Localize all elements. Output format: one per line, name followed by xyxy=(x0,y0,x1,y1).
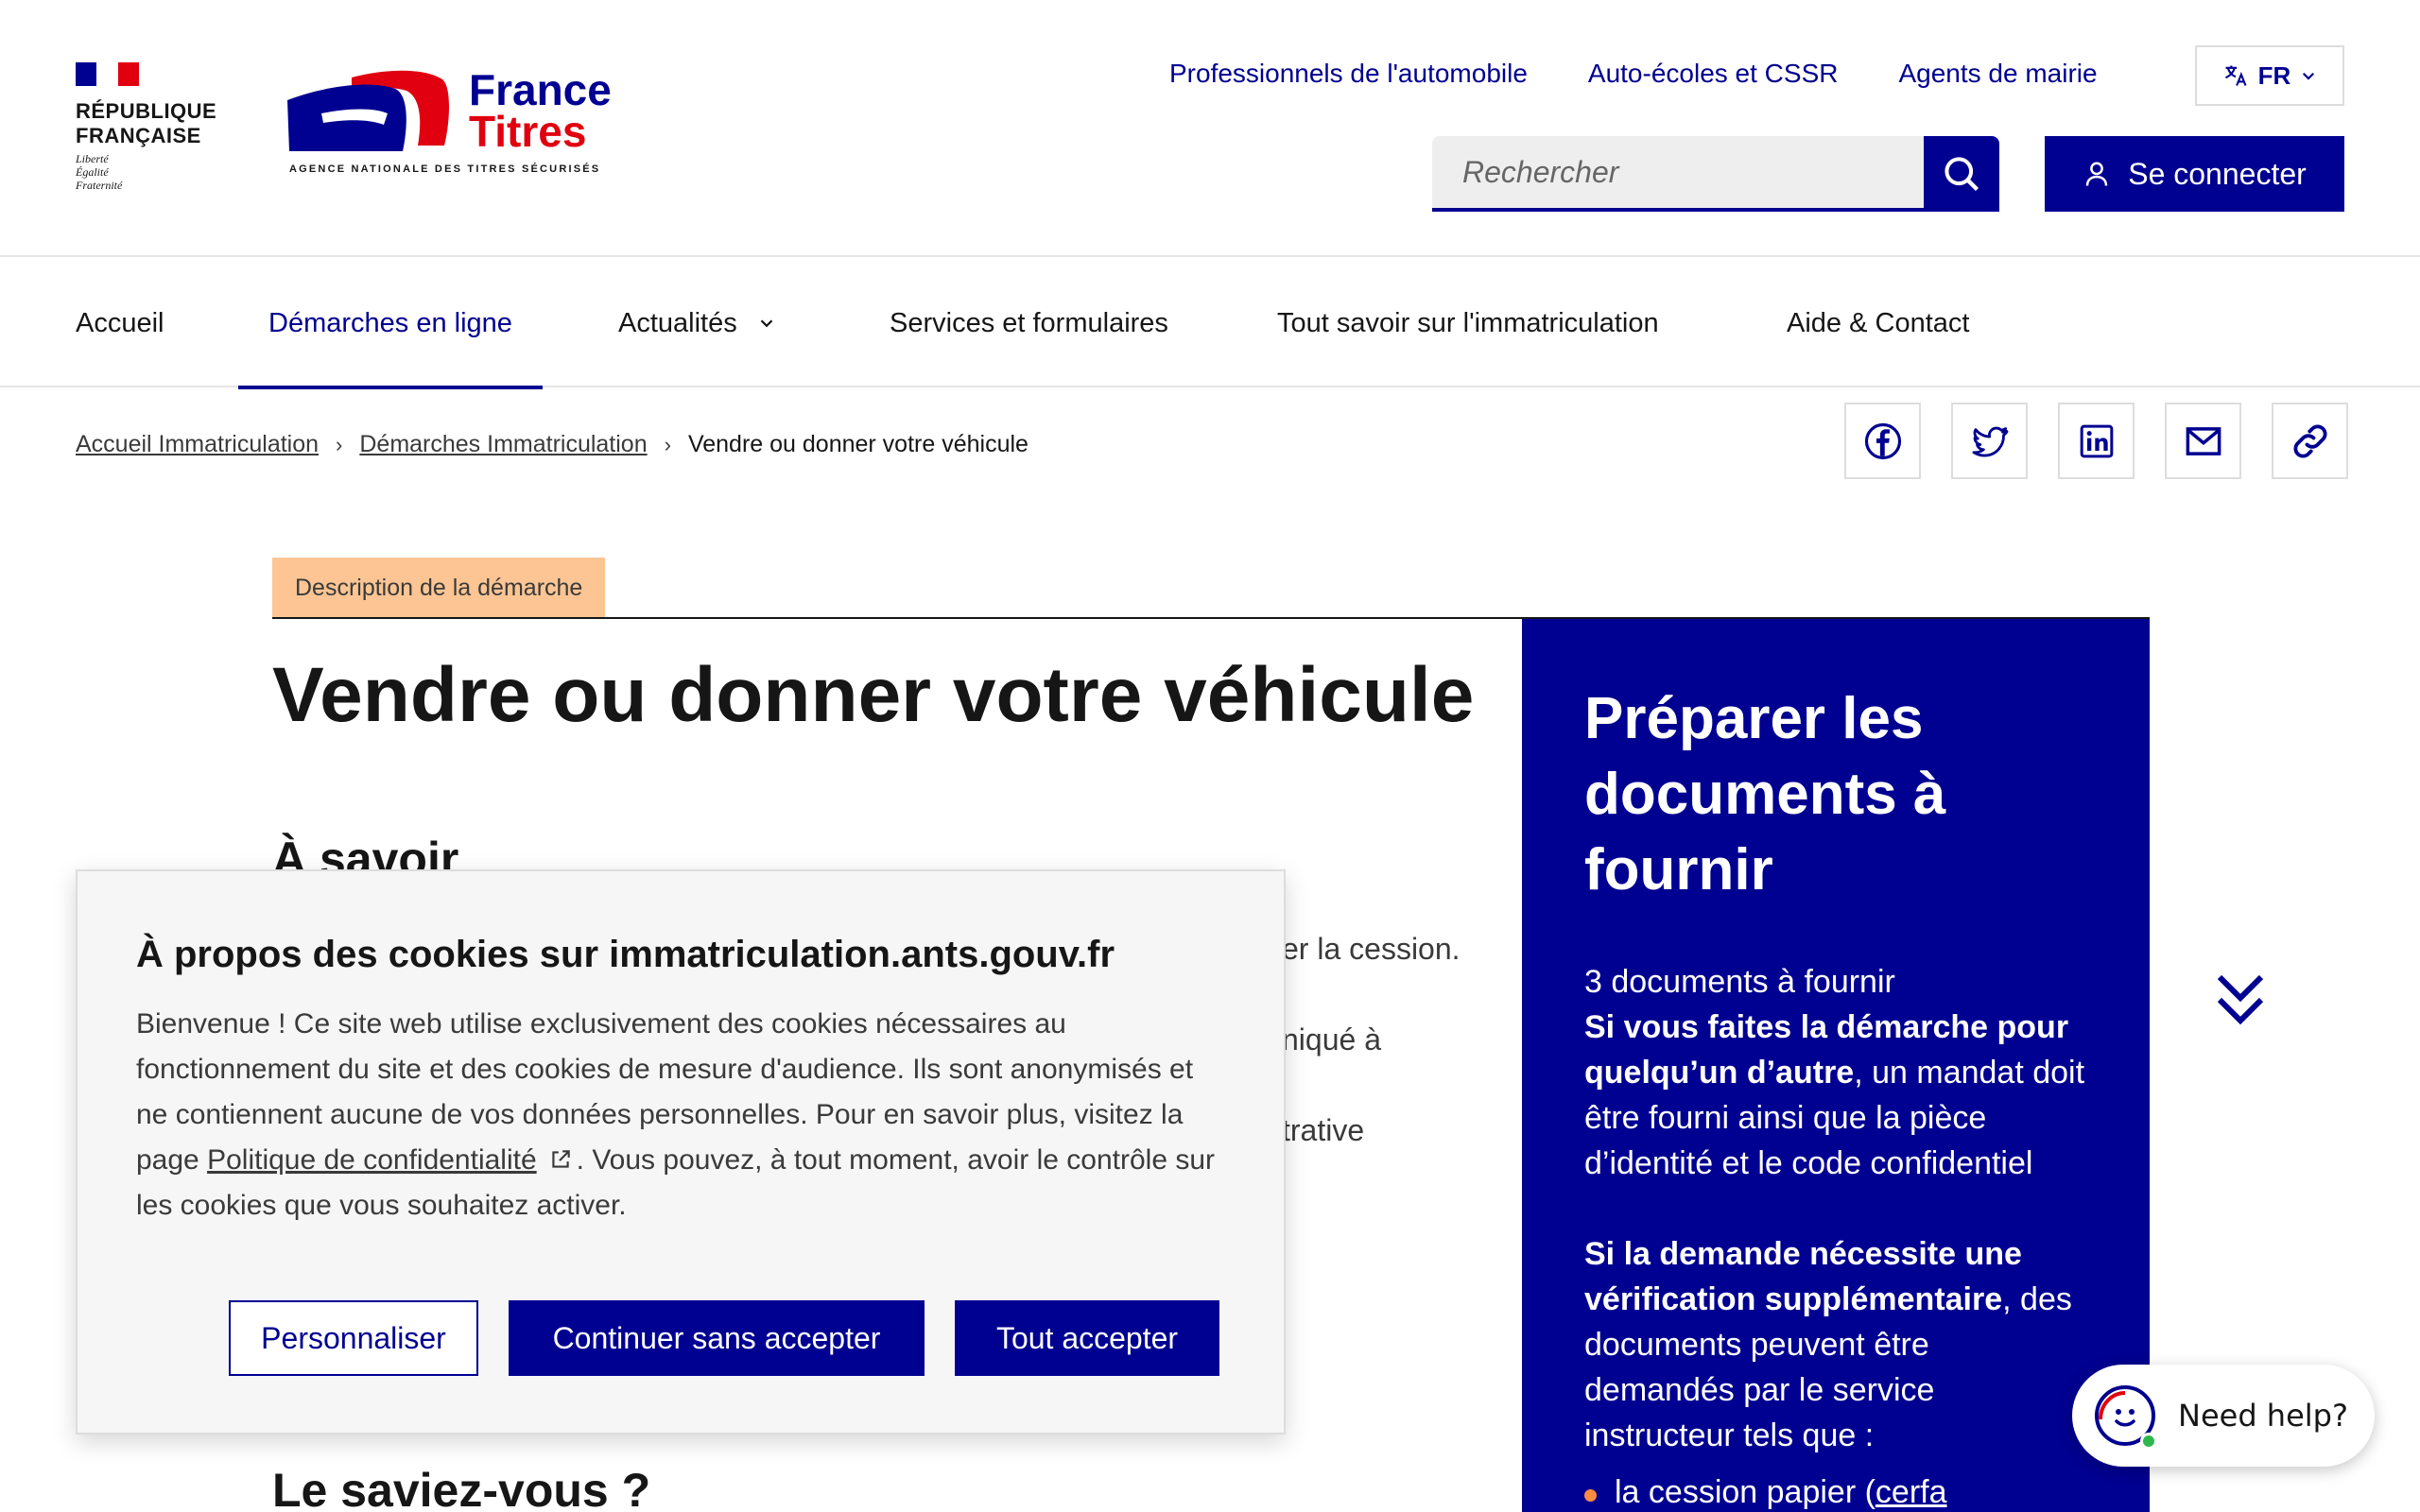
reject-cookies-button[interactable]: Continuer sans accepter xyxy=(509,1300,925,1376)
search-input[interactable] xyxy=(1432,136,1924,212)
chevron-right-icon: › xyxy=(664,432,671,456)
page-title: Vendre ou donner votre véhicule xyxy=(272,652,1475,738)
sidebar-paragraph-2: Si la demande nécessite une vérification… xyxy=(1584,1236,2072,1453)
main-navigation: Accueil Démarches en ligne Actualités Se… xyxy=(0,259,2420,389)
brand-titres: Titres xyxy=(469,107,587,156)
chevron-right-icon: › xyxy=(336,432,343,456)
privacy-policy-link[interactable]: Politique de confidentialité xyxy=(207,1144,577,1176)
login-button[interactable]: Se connecter xyxy=(2045,136,2344,212)
site-header: RÉPUBLIQUE FRANÇAISE Liberté Égalité Fra… xyxy=(0,0,2420,257)
documents-list: la cession papier (cerfa xyxy=(1584,1469,2087,1512)
nav-actualites-label: Actualités xyxy=(618,307,737,338)
list-item: la cession papier (cerfa xyxy=(1584,1469,2087,1512)
link-auto-ecoles[interactable]: Auto-écoles et CSSR xyxy=(1588,57,1839,91)
link-agents-mairie[interactable]: Agents de mairie xyxy=(1898,57,2097,91)
share-linkedin-button[interactable] xyxy=(2058,403,2135,479)
breadcrumb-accueil[interactable]: Accueil Immatriculation xyxy=(76,431,319,458)
nav-demarches-en-ligne[interactable]: Démarches en ligne xyxy=(238,259,543,389)
republic-name: RÉPUBLIQUE FRANÇAISE xyxy=(76,99,217,147)
help-chat-widget[interactable]: Need help? xyxy=(2072,1365,2375,1467)
language-code: FR xyxy=(2257,60,2291,90)
nav-actualites[interactable]: Actualités xyxy=(618,259,777,387)
search-bar xyxy=(1432,136,1999,212)
search-icon xyxy=(1945,157,1979,192)
sidebar-bold-2: Si la demande nécessite une vérification… xyxy=(1584,1236,2022,1317)
external-link-icon xyxy=(551,1150,570,1168)
brand-subtitle: AGENCE NATIONALE DES TITRES SÉCURISÉS xyxy=(289,163,601,175)
translate-icon xyxy=(2224,65,2247,86)
login-label: Se connecter xyxy=(2128,156,2307,191)
documents-sidebar: Préparer les documents à fournir 3 docum… xyxy=(1522,619,2150,1512)
link-professionnels[interactable]: Professionnels de l'automobile xyxy=(1169,57,1528,91)
mail-icon xyxy=(2186,426,2221,455)
republic-motto: Liberté Égalité Fraternité xyxy=(76,152,123,192)
cookie-title: À propos des cookies sur immatriculation… xyxy=(136,934,1115,975)
language-selector[interactable]: FR xyxy=(2195,45,2344,106)
share-facebook-button[interactable] xyxy=(1844,403,1921,479)
nav-tout-savoir[interactable]: Tout savoir sur l'immatriculation xyxy=(1277,259,1659,387)
france-titres-emblem-icon xyxy=(287,70,449,151)
section-heading-le-saviez-vous: Le saviez-vous ? xyxy=(272,1464,651,1512)
help-label: Need help? xyxy=(2178,1398,2348,1434)
double-chevron-down-icon xyxy=(2217,974,2264,1025)
chevron-down-icon xyxy=(2303,72,2315,80)
user-icon xyxy=(2085,162,2108,186)
search-button[interactable] xyxy=(1924,136,1999,212)
sidebar-title: Préparer les documents à fournir xyxy=(1584,686,1946,902)
body-text-fragment: trative xyxy=(1282,1113,1365,1147)
link-icon xyxy=(2292,423,2327,458)
france-titres-logo[interactable]: France Titres AGENCE NATIONALE DES TITRE… xyxy=(284,66,614,180)
chatbot-avatar xyxy=(2091,1382,2159,1450)
body-text-fragment: er la cession. xyxy=(1282,932,1461,966)
share-email-button[interactable] xyxy=(2165,403,2241,479)
republique-francaise-logo[interactable]: RÉPUBLIQUE FRANÇAISE Liberté Égalité Fra… xyxy=(76,62,216,192)
body-text-fragment: niqué à xyxy=(1282,1022,1381,1057)
top-links: Professionnels de l'automobile Auto-écol… xyxy=(1169,57,2098,91)
procedure-tag: Description de la démarche xyxy=(272,558,606,618)
twitter-icon xyxy=(1971,426,2008,456)
nav-services-formulaires[interactable]: Services et formulaires xyxy=(890,259,1168,387)
facebook-icon xyxy=(1864,422,1901,459)
cookie-actions: Personnaliser Continuer sans accepter To… xyxy=(229,1300,1219,1376)
nav-aide-contact[interactable]: Aide & Contact xyxy=(1787,259,1969,387)
breadcrumb-demarches[interactable]: Démarches Immatriculation xyxy=(359,431,647,458)
nav-accueil[interactable]: Accueil xyxy=(76,259,164,387)
breadcrumb: Accueil Immatriculation › Démarches Imma… xyxy=(76,431,1028,458)
marianne-flag-icon xyxy=(76,62,139,86)
share-bar xyxy=(1844,403,2348,479)
documents-count: 3 documents à fournir xyxy=(1584,964,1895,1000)
cerfa-link[interactable]: cerfa xyxy=(1876,1474,1947,1510)
share-twitter-button[interactable] xyxy=(1951,403,2028,479)
sidebar-paragraph-1: 3 documents à fournir Si vous faites la … xyxy=(1584,964,2085,1181)
cookie-description: Bienvenue ! Ce site web utilise exclusiv… xyxy=(136,1008,1216,1221)
linkedin-icon xyxy=(2080,424,2113,457)
cookie-consent-banner: À propos des cookies sur immatriculation… xyxy=(76,869,1286,1435)
breadcrumb-current: Vendre ou donner votre véhicule xyxy=(687,431,1028,457)
online-status-dot xyxy=(2140,1433,2157,1450)
chevron-down-icon xyxy=(760,319,773,328)
accept-cookies-button[interactable]: Tout accepter xyxy=(955,1300,1219,1376)
copy-link-button[interactable] xyxy=(2272,403,2348,479)
scroll-down-button[interactable] xyxy=(2212,971,2269,1035)
customize-cookies-button[interactable]: Personnaliser xyxy=(229,1300,478,1376)
